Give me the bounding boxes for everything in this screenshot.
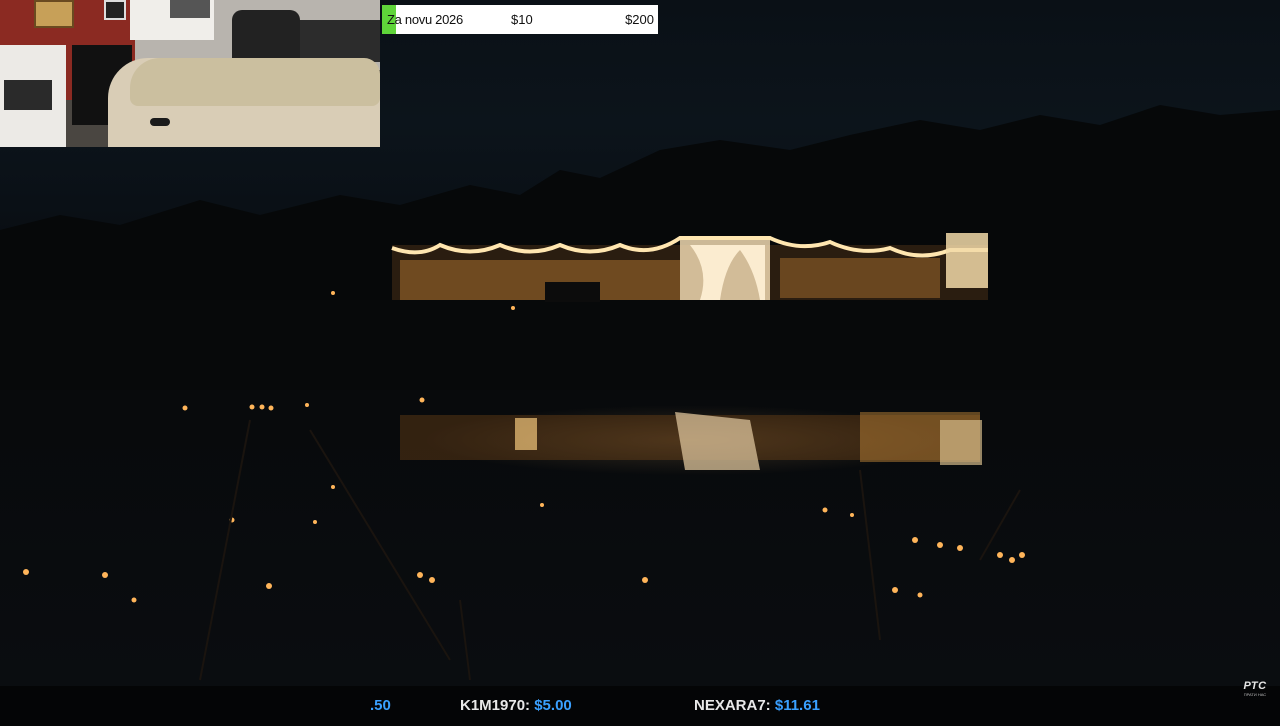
donation-ticker: .50 K1M1970: $5.00 NEXARA7: $11.61 <box>0 686 1280 720</box>
goal-min-label: $10 <box>511 12 533 27</box>
webcam-overlay <box>0 0 380 147</box>
ticker-amount: $5.00 <box>534 697 572 714</box>
ticker-item: K1M1970: $5.00 <box>460 686 572 726</box>
webcam-gaming-chair <box>232 10 300 65</box>
donation-goal-bar: Za novu 2026 $10 $200 <box>382 5 658 34</box>
ticker-donor-name: K1M1970: <box>460 697 531 714</box>
broadcaster-logo: РТС ПРАТИ НАС <box>1240 680 1270 697</box>
webcam-picture-frame-small <box>104 0 126 20</box>
logo-mark: РТС <box>1243 680 1267 692</box>
water-reflection <box>400 412 982 470</box>
webcam-desk <box>300 20 380 62</box>
ticker-amount: $11.61 <box>774 697 820 714</box>
webcam-picture-frame <box>34 0 74 28</box>
ticker-item: NEXARA7: $11.61 <box>694 686 820 726</box>
ticker-amount: .50 <box>370 697 391 714</box>
logo-subtext: ПРАТИ НАС <box>1243 692 1267 697</box>
webcam-sofa-back <box>130 58 380 106</box>
webcam-mouse <box>150 118 170 126</box>
ticker-item: .50 <box>370 686 391 726</box>
goal-max-label: $200 <box>625 12 654 27</box>
goal-title: Za novu 2026 <box>387 12 463 27</box>
ticker-donor-name: NEXARA7: <box>694 697 771 714</box>
webcam-shelf <box>130 0 214 40</box>
webcam-cabinet <box>0 45 66 147</box>
